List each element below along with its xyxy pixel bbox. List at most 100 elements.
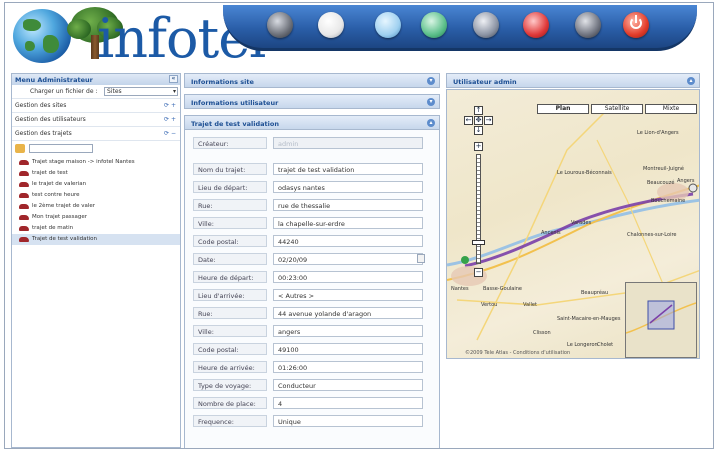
- toolbar-button-2[interactable]: [318, 12, 344, 38]
- map-panel: Utilisateur admin ▴ Plan Satellite Mixte…: [446, 73, 700, 448]
- toolbar-button-3[interactable]: [375, 12, 401, 38]
- arrival-street-field[interactable]: 44 avenue yolande d'aragon: [273, 307, 423, 319]
- chevron-down-icon[interactable]: ▾: [427, 98, 435, 106]
- pan-center-button[interactable]: ✥: [474, 116, 483, 125]
- field-label: Type de voyage:: [193, 379, 267, 391]
- overview-map[interactable]: [625, 282, 697, 358]
- zoom-slider[interactable]: [476, 154, 481, 264]
- collapse-icon[interactable]: ▴: [687, 77, 695, 85]
- field-label: Heure de arrivée:: [193, 361, 267, 373]
- zoom-in-button[interactable]: +: [474, 142, 483, 151]
- toolbar-button-1[interactable]: [267, 12, 293, 38]
- list-item[interactable]: Trajet stage maison -> infotel Nantes: [12, 157, 180, 168]
- sidebar-item-trips[interactable]: Gestion des trajets ⟳ −: [12, 127, 180, 141]
- form-row: Ville: la chapelle-sur-erdre: [191, 214, 433, 232]
- departure-time-field[interactable]: 00:23:00: [273, 271, 423, 283]
- field-label: Heure de départ:: [193, 271, 267, 283]
- toolbar-button-4[interactable]: [421, 12, 447, 38]
- sidebar-item-users[interactable]: Gestion des utilisateurs ⟳ +: [12, 113, 180, 127]
- creator-label: Créateur:: [193, 137, 267, 149]
- form-row: Lieu de départ: odasys nantes: [191, 178, 433, 196]
- list-item[interactable]: le trajet de valerian: [12, 179, 180, 190]
- car-icon: [19, 160, 29, 165]
- zoom-slider-handle[interactable]: [472, 240, 485, 245]
- sidebar-item-label: Gestion des utilisateurs: [15, 116, 86, 123]
- list-item[interactable]: test contre heure: [12, 190, 180, 201]
- toolbar-button-6[interactable]: [523, 12, 549, 38]
- refresh-add-icons[interactable]: ⟳ +: [164, 102, 176, 109]
- date-field[interactable]: 02/20/09: [273, 253, 423, 265]
- car-icon: [19, 193, 29, 198]
- list-item[interactable]: Mon trajet passager: [12, 212, 180, 223]
- trip-name-field[interactable]: trajet de test validation: [273, 163, 423, 175]
- map-label: Angers: [677, 178, 695, 184]
- accordion-site-info[interactable]: Informations site ▾: [184, 73, 440, 88]
- form-row: Type de voyage: Conducteur: [191, 376, 433, 394]
- refresh-add-icons[interactable]: ⟳ +: [164, 116, 176, 123]
- header: infotel: [5, 3, 713, 73]
- map-type-mixed-button[interactable]: Mixte: [645, 104, 697, 114]
- route-map[interactable]: Plan Satellite Mixte ↑ ← ✥ → ↓ + − Le Li…: [446, 89, 700, 359]
- refresh-collapse-icons[interactable]: ⟳ −: [164, 130, 176, 137]
- list-item-selected[interactable]: Trajet de test validation: [12, 234, 180, 245]
- departure-city-field[interactable]: la chapelle-sur-erdre: [273, 217, 423, 229]
- toolbar-button-7[interactable]: [575, 12, 601, 38]
- pan-right-button[interactable]: →: [484, 116, 493, 125]
- load-file-select-value: Sites: [107, 88, 122, 95]
- car-icon: [19, 182, 29, 187]
- end-marker-icon: [688, 183, 698, 193]
- arrival-city-field[interactable]: angers: [273, 325, 423, 337]
- form-row: Heure de départ: 00:23:00: [191, 268, 433, 286]
- frequency-field[interactable]: Unique: [273, 415, 423, 427]
- power-button[interactable]: [623, 12, 649, 38]
- form-row: Nom du trajet: trajet de test validation: [191, 160, 433, 178]
- map-label: Nantes: [451, 286, 469, 292]
- seats-field[interactable]: 4: [273, 397, 423, 409]
- arrival-place-select[interactable]: < Autres >: [273, 289, 423, 301]
- pan-left-button[interactable]: ←: [464, 116, 473, 125]
- calendar-icon[interactable]: [417, 254, 425, 263]
- accordion-label: Informations site: [191, 78, 254, 86]
- accordion-label: Informations utilisateur: [191, 99, 279, 107]
- list-item[interactable]: le 2ème trajet de valer: [12, 201, 180, 212]
- field-label: Ville:: [193, 325, 267, 337]
- field-label: Rue:: [193, 307, 267, 319]
- map-label: Cholet: [597, 342, 614, 348]
- trip-filter-input[interactable]: [29, 144, 93, 153]
- map-label: Varades: [571, 220, 592, 226]
- admin-menu-header: Menu Administrateur «: [12, 74, 180, 85]
- pan-down-button[interactable]: ↓: [474, 126, 483, 135]
- accordion-trip[interactable]: Trajet de test validation ▴: [184, 115, 440, 130]
- pan-up-button[interactable]: ↑: [474, 106, 483, 115]
- map-label: Le Lion-d'Angers: [637, 130, 679, 136]
- chevron-down-icon[interactable]: ▾: [427, 77, 435, 85]
- arrival-postcode-field[interactable]: 49100: [273, 343, 423, 355]
- departure-street-field[interactable]: rue de thessalie: [273, 199, 423, 211]
- zoom-out-button[interactable]: −: [474, 268, 483, 277]
- toolbar-button-5[interactable]: [473, 12, 499, 38]
- car-icon: [19, 237, 29, 242]
- list-item[interactable]: trajet de test: [12, 168, 180, 179]
- form-row: Frequence: Unique: [191, 412, 433, 430]
- accordion-user-info[interactable]: Informations utilisateur ▾: [184, 94, 440, 109]
- trip-filter-row: [15, 143, 177, 155]
- chevron-up-icon[interactable]: ▴: [427, 119, 435, 127]
- map-type-satellite-button[interactable]: Satellite: [591, 104, 643, 114]
- field-label: Nombre de place:: [193, 397, 267, 409]
- form-row: Ville: angers: [191, 322, 433, 340]
- departure-postcode-field[interactable]: 44240: [273, 235, 423, 247]
- list-item[interactable]: trajet de matin: [12, 223, 180, 234]
- admin-menu-panel: Menu Administrateur « Charger un fichier…: [11, 73, 181, 448]
- arrival-time-field[interactable]: 01:26:00: [273, 361, 423, 373]
- form-row: Rue: rue de thessalie: [191, 196, 433, 214]
- departure-place-field[interactable]: odasys nantes: [273, 181, 423, 193]
- field-label: Code postal:: [193, 343, 267, 355]
- map-type-plan-button[interactable]: Plan: [537, 104, 589, 114]
- trip-type-field[interactable]: Conducteur: [273, 379, 423, 391]
- collapse-menu-button[interactable]: «: [169, 75, 178, 83]
- sidebar-item-sites[interactable]: Gestion des sites ⟳ +: [12, 99, 180, 113]
- trip-form: Créateur: admin Nom du trajet: trajet de …: [184, 130, 440, 448]
- load-file-select[interactable]: Sites ▾: [104, 87, 178, 96]
- accordion-label: Trajet de test validation: [191, 120, 279, 128]
- form-row: Nombre de place: 4: [191, 394, 433, 412]
